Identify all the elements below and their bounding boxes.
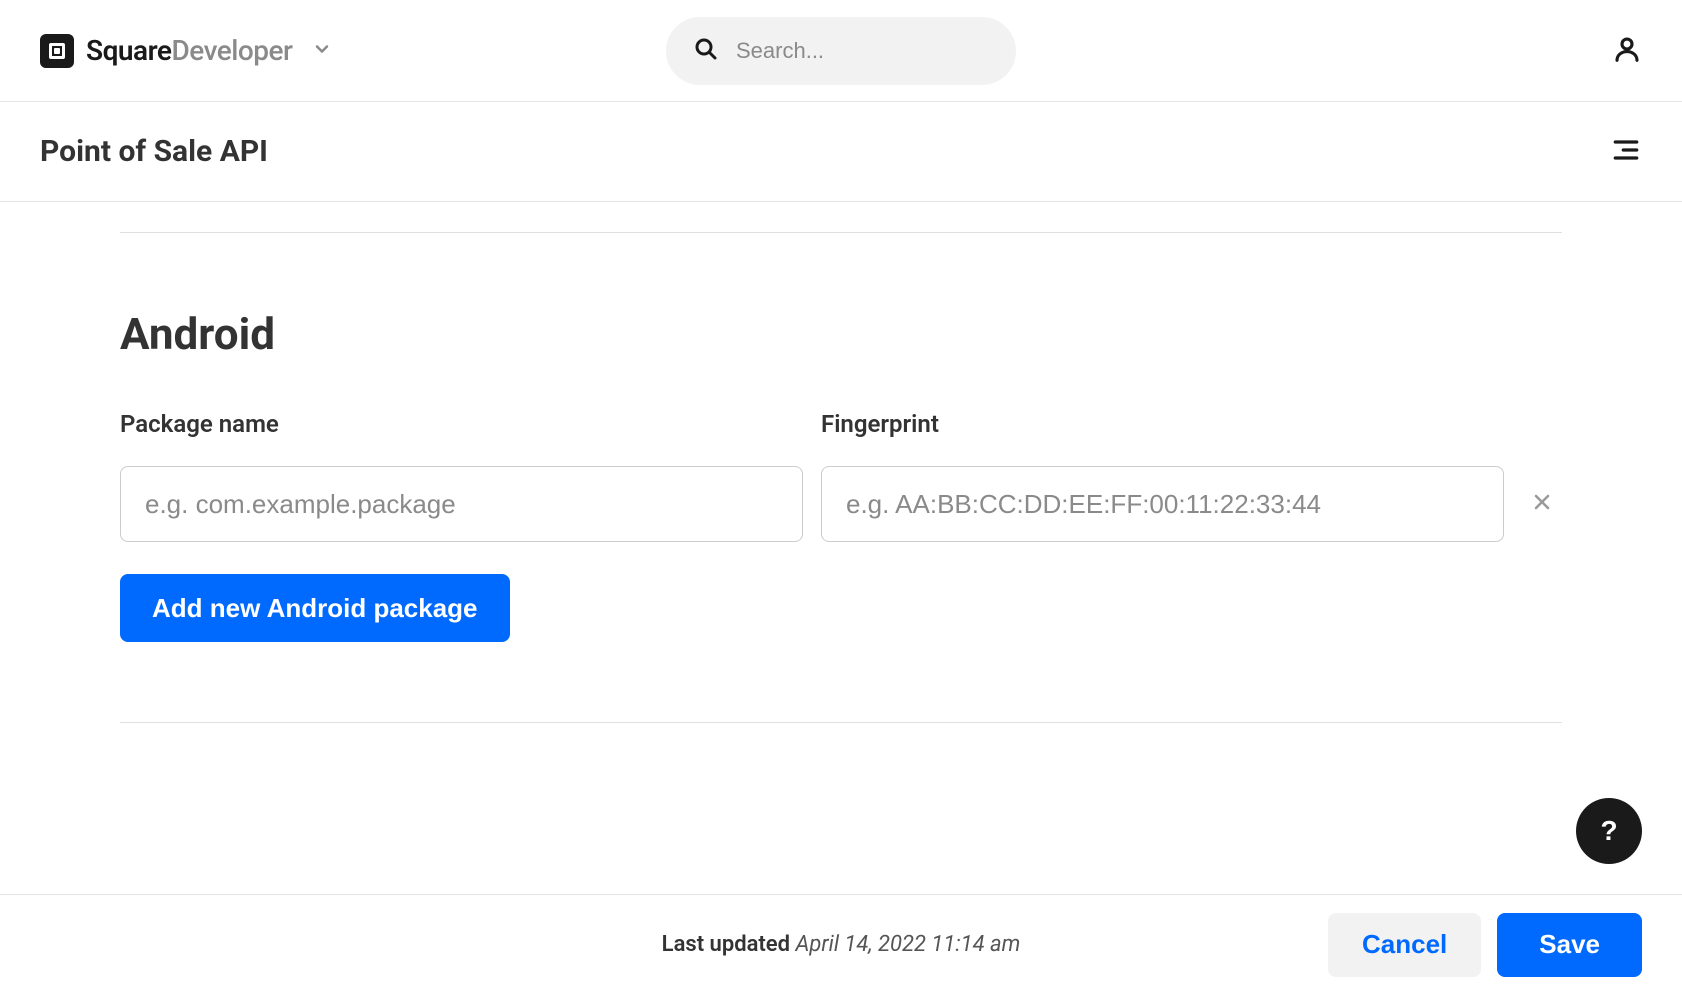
package-name-input[interactable] <box>120 466 803 542</box>
divider <box>120 232 1562 233</box>
last-updated-label: Last updated <box>662 932 796 957</box>
page-title: Point of Sale API <box>40 134 268 169</box>
footer-bar: Last updated April 14, 2022 11:14 am Can… <box>0 894 1682 994</box>
divider <box>120 722 1562 723</box>
top-header: SquareDeveloper <box>0 0 1682 102</box>
logo-dropdown[interactable]: SquareDeveloper <box>40 34 332 68</box>
logo-text: SquareDeveloper <box>86 34 292 67</box>
search-input[interactable] <box>666 17 1016 85</box>
footer-actions: Cancel Save <box>1328 913 1642 977</box>
last-updated-date: April 14, 2022 11:14 am <box>796 932 1021 957</box>
android-section-title: Android <box>120 308 1562 360</box>
user-profile-icon[interactable] <box>1612 34 1642 68</box>
close-icon <box>1533 490 1551 518</box>
fingerprint-group: Fingerprint <box>821 410 1504 542</box>
help-button[interactable]: ? <box>1576 798 1642 864</box>
save-button[interactable]: Save <box>1497 913 1642 977</box>
remove-row-button[interactable] <box>1522 466 1562 542</box>
package-name-label: Package name <box>120 410 803 438</box>
logo-text-secondary: Developer <box>171 34 292 67</box>
secondary-header: Point of Sale API <box>0 102 1682 202</box>
square-logo-icon <box>40 34 74 68</box>
menu-toggle-icon[interactable] <box>1610 134 1642 170</box>
fingerprint-input[interactable] <box>821 466 1504 542</box>
chevron-down-icon <box>312 39 332 63</box>
search-container <box>666 17 1016 85</box>
fingerprint-label: Fingerprint <box>821 410 1504 438</box>
main-content: Android Package name Fingerprint Add new… <box>0 202 1682 894</box>
last-updated-text: Last updated April 14, 2022 11:14 am <box>662 932 1021 957</box>
add-android-package-button[interactable]: Add new Android package <box>120 574 510 642</box>
logo-text-primary: Square <box>86 34 171 67</box>
cancel-button[interactable]: Cancel <box>1328 913 1481 977</box>
android-package-row: Package name Fingerprint <box>120 410 1562 542</box>
package-name-group: Package name <box>120 410 803 542</box>
